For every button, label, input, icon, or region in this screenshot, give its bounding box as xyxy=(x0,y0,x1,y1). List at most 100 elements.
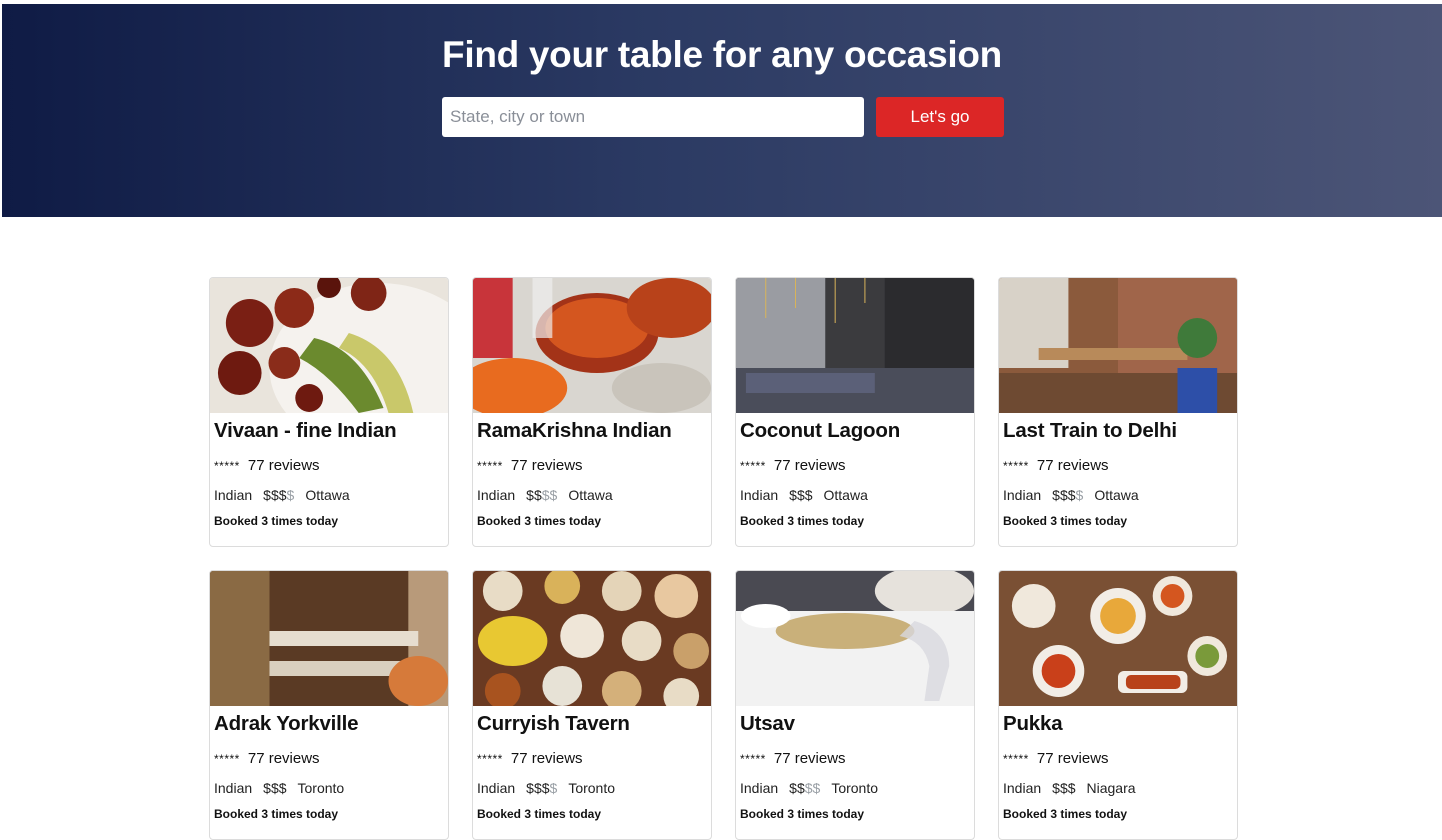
rating-row: ***** 77 reviews xyxy=(473,736,711,767)
review-count: 77 reviews xyxy=(773,457,846,474)
meta-row: Indian $$$ Niagara xyxy=(999,767,1237,796)
rating-row: ***** 77 reviews xyxy=(999,443,1237,474)
star-rating: ***** xyxy=(214,458,240,473)
restaurant-card[interactable]: Coconut Lagoon ***** 77 reviews Indian $… xyxy=(735,277,975,547)
cuisine-label: Indian xyxy=(1003,780,1042,796)
restaurant-photo[interactable] xyxy=(999,571,1237,706)
city-label: Toronto xyxy=(831,780,879,796)
restaurant-photo[interactable] xyxy=(473,571,711,706)
booked-today: Booked 3 times today xyxy=(477,514,602,528)
price-inactive: $$ xyxy=(804,780,821,796)
price-level: $$$$ xyxy=(526,487,557,503)
restaurant-name[interactable]: Adrak Yorkville xyxy=(210,706,448,736)
rating-row: ***** 77 reviews xyxy=(473,443,711,474)
review-count: 77 reviews xyxy=(1036,457,1109,474)
lets-go-button[interactable]: Let's go xyxy=(876,97,1004,137)
restaurant-name[interactable]: Curryish Tavern xyxy=(473,706,711,736)
star-rating: ***** xyxy=(1003,751,1029,766)
restaurant-photo[interactable] xyxy=(473,278,711,413)
city-label: Toronto xyxy=(568,780,616,796)
cuisine-label: Indian xyxy=(740,487,779,503)
booked-today: Booked 3 times today xyxy=(740,514,865,528)
review-count: 77 reviews xyxy=(247,750,320,767)
cuisine-label: Indian xyxy=(214,487,253,503)
restaurant-name[interactable]: Pukka xyxy=(999,706,1237,736)
city-label: Ottawa xyxy=(823,487,868,503)
cuisine-label: Indian xyxy=(214,780,253,796)
city-label: Ottawa xyxy=(1094,487,1139,503)
price-active: $$$ xyxy=(789,487,813,503)
booked-today: Booked 3 times today xyxy=(740,807,865,821)
rating-row: ***** 77 reviews xyxy=(736,443,974,474)
price-level: $$$$ xyxy=(789,780,820,796)
restaurant-card[interactable]: RamaKrishna Indian ***** 77 reviews Indi… xyxy=(472,277,712,547)
price-active: $$$ xyxy=(263,780,287,796)
rating-row: ***** 77 reviews xyxy=(736,736,974,767)
restaurant-name[interactable]: Vivaan - fine Indian xyxy=(210,413,448,443)
meta-row: Indian $$$$ Toronto xyxy=(473,767,711,796)
price-inactive: $ xyxy=(286,487,295,503)
review-count: 77 reviews xyxy=(1036,750,1109,767)
restaurant-card[interactable]: Utsav ***** 77 reviews Indian $$$$ Toron… xyxy=(735,570,975,840)
star-rating: ***** xyxy=(477,751,503,766)
price-active: $$$ xyxy=(526,780,550,796)
booked-today: Booked 3 times today xyxy=(477,807,602,821)
price-active: $$$ xyxy=(263,487,287,503)
price-level: $$$ xyxy=(1052,780,1075,796)
star-rating: ***** xyxy=(1003,458,1029,473)
price-active: $$ xyxy=(789,780,805,796)
restaurant-card[interactable]: Last Train to Delhi ***** 77 reviews Ind… xyxy=(998,277,1238,547)
meta-row: Indian $$$$ Toronto xyxy=(736,767,974,796)
city-label: Niagara xyxy=(1086,780,1136,796)
restaurant-name[interactable]: RamaKrishna Indian xyxy=(473,413,711,443)
cuisine-label: Indian xyxy=(1003,487,1042,503)
price-active: $$$ xyxy=(1052,487,1076,503)
price-inactive: $$ xyxy=(541,487,558,503)
star-rating: ***** xyxy=(740,458,766,473)
restaurant-card[interactable]: Pukka ***** 77 reviews Indian $$$ Niagar… xyxy=(998,570,1238,840)
hero-banner: Find your table for any occasion Let's g… xyxy=(2,4,1442,217)
booked-today: Booked 3 times today xyxy=(1003,514,1128,528)
restaurant-photo[interactable] xyxy=(736,278,974,413)
hero-title: Find your table for any occasion xyxy=(442,34,1002,75)
location-search-input[interactable] xyxy=(442,97,864,137)
city-label: Toronto xyxy=(297,780,345,796)
city-label: Ottawa xyxy=(305,487,350,503)
restaurant-card[interactable]: Vivaan - fine Indian ***** 77 reviews In… xyxy=(209,277,449,547)
rating-row: ***** 77 reviews xyxy=(210,736,448,767)
booked-today: Booked 3 times today xyxy=(214,514,339,528)
review-count: 77 reviews xyxy=(510,457,583,474)
restaurant-photo[interactable] xyxy=(210,571,448,706)
price-level: $$$$ xyxy=(263,487,294,503)
review-count: 77 reviews xyxy=(510,750,583,767)
restaurant-name[interactable]: Utsav xyxy=(736,706,974,736)
star-rating: ***** xyxy=(214,751,240,766)
price-inactive: $ xyxy=(549,780,558,796)
price-active: $$ xyxy=(526,487,542,503)
meta-row: Indian $$$$ Ottawa xyxy=(473,474,711,503)
cuisine-label: Indian xyxy=(740,780,779,796)
restaurant-card[interactable]: Adrak Yorkville ***** 77 reviews Indian … xyxy=(209,570,449,840)
price-active: $$$ xyxy=(1052,780,1076,796)
restaurant-name[interactable]: Coconut Lagoon xyxy=(736,413,974,443)
price-level: $$$$ xyxy=(1052,487,1083,503)
restaurant-card[interactable]: Curryish Tavern ***** 77 reviews Indian … xyxy=(472,570,712,840)
star-rating: ***** xyxy=(740,751,766,766)
restaurant-photo[interactable] xyxy=(210,278,448,413)
meta-row: Indian $$$$ Ottawa xyxy=(999,474,1237,503)
restaurant-photo[interactable] xyxy=(999,278,1237,413)
star-rating: ***** xyxy=(477,458,503,473)
restaurant-name[interactable]: Last Train to Delhi xyxy=(999,413,1237,443)
rating-row: ***** 77 reviews xyxy=(210,443,448,474)
booked-today: Booked 3 times today xyxy=(1003,807,1128,821)
city-label: Ottawa xyxy=(568,487,613,503)
review-count: 77 reviews xyxy=(247,457,320,474)
cuisine-label: Indian xyxy=(477,780,516,796)
meta-row: Indian $$$ Toronto xyxy=(210,767,448,796)
price-level: $$$$ xyxy=(526,780,557,796)
meta-row: Indian $$$$ Ottawa xyxy=(210,474,448,503)
price-level: $$$ xyxy=(789,487,812,503)
meta-row: Indian $$$ Ottawa xyxy=(736,474,974,503)
price-level: $$$ xyxy=(263,780,286,796)
restaurant-photo[interactable] xyxy=(736,571,974,706)
